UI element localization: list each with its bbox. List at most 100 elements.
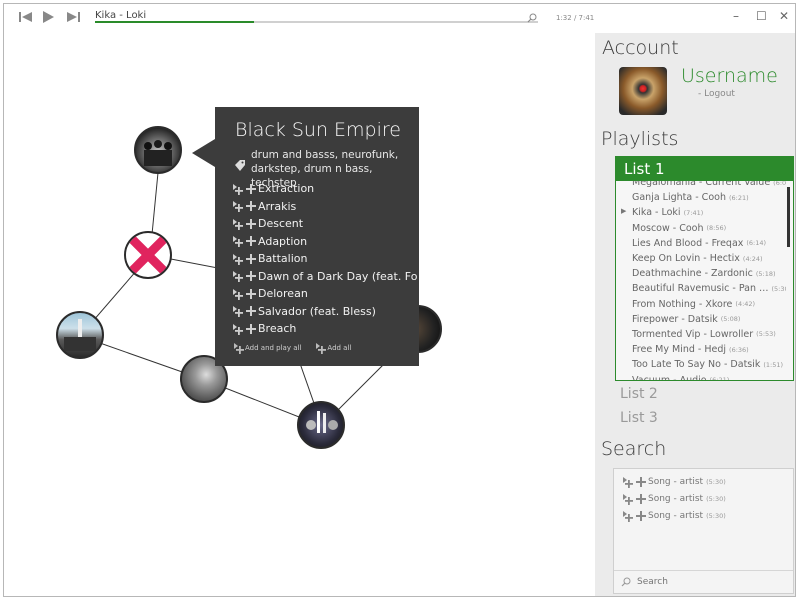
plus-icon[interactable] bbox=[246, 183, 256, 194]
add-play-icon[interactable] bbox=[232, 288, 244, 300]
popup-actions: Add and play all Add all bbox=[233, 342, 365, 354]
track-title: Song - artist bbox=[648, 493, 704, 504]
add-play-icon[interactable] bbox=[232, 305, 244, 318]
artist-node-logo[interactable] bbox=[124, 231, 172, 279]
search-icon bbox=[621, 577, 631, 587]
playlist-song-row[interactable]: ▶ Kika - Loki (7:41) bbox=[616, 205, 786, 220]
song-duration: (8:56) bbox=[706, 224, 727, 233]
playlist-song-row[interactable]: Keep On Lovin - Hectix (4:24) bbox=[616, 251, 786, 266]
playlist-song-row[interactable]: Free My Mind - Hedj (6:36) bbox=[616, 342, 786, 357]
add-and-play-all-button[interactable]: Add and play all bbox=[233, 342, 301, 354]
plus-icon[interactable] bbox=[246, 306, 256, 317]
artist-name: Black Sun Empire bbox=[235, 119, 401, 141]
song-duration: (4:24) bbox=[742, 254, 763, 263]
plus-icon[interactable] bbox=[636, 510, 646, 521]
song-title: Kika - Loki bbox=[632, 207, 681, 219]
song-title: Beautiful Ravemusic - Pan … bbox=[632, 283, 769, 295]
playlist-scrollbar[interactable] bbox=[787, 187, 790, 247]
side-panel: Account Username - Logout Playlists Mega… bbox=[595, 33, 795, 596]
search-heading: Search bbox=[601, 438, 667, 460]
add-play-icon[interactable] bbox=[232, 235, 244, 248]
song-title: Tormented Vip - Lowroller bbox=[632, 328, 754, 340]
playlist-tab-list-3[interactable]: List 3 bbox=[620, 410, 658, 426]
artist-track-row[interactable]: Arrakis bbox=[232, 198, 417, 216]
popup-pointer bbox=[192, 139, 215, 167]
playlist-tab-list-1[interactable]: List 1 bbox=[616, 157, 793, 181]
playlist-song-row[interactable]: Firepower - Datsik (5:08) bbox=[616, 312, 786, 327]
artist-node-crowd[interactable] bbox=[56, 311, 104, 359]
playlist-song-row[interactable]: Beautiful Ravemusic - Pan …(5:30) bbox=[616, 281, 786, 296]
artist-popup: Black Sun Empire drum and basss, neurofu… bbox=[192, 107, 419, 366]
search-result-row[interactable]: Song - artist (5:30) bbox=[622, 490, 726, 507]
avatar[interactable] bbox=[619, 67, 667, 115]
playlist-panel: Megalomania - Current Value(6:09)Ganja L… bbox=[615, 156, 794, 381]
add-play-icon[interactable] bbox=[232, 218, 244, 230]
maximize-button[interactable]: ☐ bbox=[756, 9, 767, 23]
search-input[interactable] bbox=[635, 576, 789, 588]
artist-track-row[interactable]: Breach bbox=[232, 320, 417, 338]
search-result-row[interactable]: Song - artist (5:30) bbox=[622, 507, 726, 524]
search-panel: Song - artist (5:30) Song - artist (5:30) So… bbox=[613, 468, 794, 594]
plus-icon[interactable] bbox=[246, 253, 256, 264]
playlist-tab-list-2[interactable]: List 2 bbox=[620, 386, 658, 402]
track-title: Salvador (feat. Bless) bbox=[258, 304, 376, 318]
plus-icon[interactable] bbox=[246, 218, 256, 229]
track-title: Delorean bbox=[258, 287, 308, 301]
close-button[interactable]: ✕ bbox=[779, 9, 789, 23]
artist-track-row[interactable]: Battalion bbox=[232, 250, 417, 268]
add-play-icon[interactable] bbox=[232, 253, 244, 265]
song-duration: (4:42) bbox=[735, 300, 756, 309]
artist-node-photo[interactable] bbox=[134, 126, 182, 174]
plus-icon[interactable] bbox=[246, 236, 256, 247]
add-play-icon[interactable] bbox=[622, 476, 634, 488]
track-title: Song - artist bbox=[648, 510, 704, 521]
add-all-button[interactable]: Add all bbox=[315, 342, 351, 354]
song-duration: (6:14) bbox=[746, 239, 767, 248]
artist-track-list: Extraction Arrakis Descent Adaption Battalio… bbox=[232, 180, 417, 338]
playlist-song-row[interactable]: Vacuum - Audio (6:21) bbox=[616, 372, 786, 380]
song-title: Too Late To Say No - Datsik bbox=[632, 359, 761, 371]
add-and-play-all-label: Add and play all bbox=[245, 344, 302, 352]
artist-track-row[interactable]: Extraction bbox=[232, 180, 417, 198]
artist-track-row[interactable]: Adaption bbox=[232, 233, 417, 251]
now-playing-icon: ▶ bbox=[621, 207, 627, 216]
song-title: Deathmachine - Zardonic bbox=[632, 268, 753, 280]
plus-icon[interactable] bbox=[246, 323, 256, 334]
playlist-song-row[interactable]: Tormented Vip - Lowroller (5:53) bbox=[616, 327, 786, 342]
artist-track-row[interactable]: Salvador (feat. Bless) bbox=[232, 303, 417, 321]
track-title: Battalion bbox=[258, 252, 308, 266]
add-play-icon[interactable] bbox=[232, 323, 244, 335]
plus-icon[interactable] bbox=[246, 201, 256, 212]
plus-icon[interactable] bbox=[246, 271, 256, 282]
add-play-icon[interactable] bbox=[622, 493, 634, 505]
track-title: Adaption bbox=[258, 234, 308, 248]
plus-icon[interactable] bbox=[636, 493, 646, 504]
track-duration: (5:30) bbox=[706, 477, 726, 486]
artist-track-row[interactable]: Dawn of a Dark Day (feat. Fo … bbox=[232, 268, 417, 286]
add-play-icon[interactable] bbox=[232, 183, 244, 195]
artist-node-band[interactable] bbox=[297, 401, 345, 449]
song-duration: (5:18) bbox=[755, 269, 776, 278]
add-play-icon[interactable] bbox=[232, 200, 244, 213]
playlist-song-row[interactable]: Moscow - Cooh (8:56) bbox=[616, 221, 786, 236]
add-play-icon[interactable] bbox=[232, 270, 244, 283]
logout-link[interactable]: - Logout bbox=[698, 89, 735, 99]
plus-icon[interactable] bbox=[246, 288, 256, 299]
playlist-song-row[interactable]: Lies And Blood - Freqax (6:14) bbox=[616, 236, 786, 251]
minimize-button[interactable]: – bbox=[733, 9, 739, 23]
plus-icon[interactable] bbox=[636, 476, 646, 487]
playlists-heading: Playlists bbox=[601, 128, 679, 150]
playlist-song-row[interactable]: Too Late To Say No - Datsik (1:51) bbox=[616, 357, 786, 372]
playlist-song-row[interactable]: From Nothing - Xkore (4:42) bbox=[616, 297, 786, 312]
search-result-row[interactable]: Song - artist (5:30) bbox=[622, 473, 726, 490]
playlist-song-row[interactable]: Deathmachine - Zardonic (5:18) bbox=[616, 266, 786, 281]
artist-track-row[interactable]: Delorean bbox=[232, 285, 417, 303]
username[interactable]: Username bbox=[681, 65, 778, 87]
song-title: Ganja Lighta - Cooh bbox=[632, 192, 726, 204]
playlist-song-row[interactable]: Ganja Lighta - Cooh (6:21) bbox=[616, 190, 786, 205]
add-play-icon[interactable] bbox=[622, 510, 634, 522]
song-title: Lies And Blood - Freqax bbox=[632, 237, 744, 249]
artist-track-row[interactable]: Descent bbox=[232, 215, 417, 233]
song-duration: (5:53) bbox=[756, 330, 776, 339]
track-duration: (5:30) bbox=[706, 511, 726, 520]
